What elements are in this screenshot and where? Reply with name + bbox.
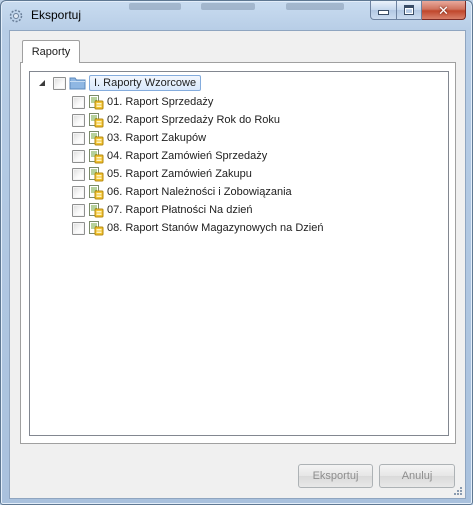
maximize-button[interactable] (397, 1, 422, 20)
minimize-icon (378, 10, 389, 15)
tree-item-label: 04. Raport Zamówień Sprzedaży (107, 150, 268, 162)
dialog-client-area: Raporty I. Raporty Wzorcowe 01. Raport S… (9, 30, 466, 499)
report-icon (89, 221, 104, 236)
tree-item-label: 03. Raport Zakupów (107, 132, 207, 144)
report-icon (89, 185, 104, 200)
tab-raporty[interactable]: Raporty (22, 40, 80, 63)
tree-item-label: 06. Raport Należności i Zobowiązania (107, 186, 292, 198)
tree-item[interactable]: 07. Raport Płatności Na dzień (72, 201, 253, 219)
folder-icon (69, 77, 86, 90)
title-bar[interactable]: Eksportuj ✕ (1, 1, 472, 29)
caption-buttons: ✕ (370, 1, 466, 21)
title-ghost-decoration (201, 3, 255, 10)
cancel-button[interactable]: Anuluj (379, 464, 455, 488)
item-checkbox[interactable] (72, 221, 85, 235)
item-checkbox[interactable] (72, 131, 85, 145)
report-icon (89, 167, 104, 182)
tree-item[interactable]: 01. Raport Sprzedaży (72, 93, 213, 111)
report-icon (89, 113, 104, 128)
item-checkbox[interactable] (72, 167, 85, 181)
maximize-icon (404, 5, 414, 15)
tree-item[interactable]: 02. Raport Sprzedaży Rok do Roku (72, 111, 280, 129)
tab-panel: I. Raporty Wzorcowe 01. Raport Sprzedaży (20, 62, 456, 444)
export-button[interactable]: Eksportuj (298, 464, 373, 488)
report-icon (89, 149, 104, 164)
tree-item-label: 07. Raport Płatności Na dzień (107, 204, 253, 216)
report-icon (89, 95, 104, 110)
gear-icon (9, 9, 23, 23)
report-icon (89, 131, 104, 146)
tree-item-label: 01. Raport Sprzedaży (107, 96, 214, 108)
title-ghost-decoration (129, 3, 181, 10)
tree-item[interactable]: 03. Raport Zakupów (72, 129, 206, 147)
close-button[interactable]: ✕ (422, 1, 466, 20)
report-tree: I. Raporty Wzorcowe 01. Raport Sprzedaży (29, 71, 449, 436)
report-icon (89, 203, 104, 218)
tab-label: Raporty (31, 46, 71, 58)
tree-root-label: I. Raporty Wzorcowe (89, 75, 202, 91)
root-checkbox[interactable] (53, 76, 66, 90)
expand-triangle-icon[interactable] (38, 79, 46, 87)
tree-item[interactable]: 06. Raport Należności i Zobowiązania (72, 183, 292, 201)
resize-grip-icon[interactable] (453, 486, 463, 496)
tree-item[interactable]: 05. Raport Zamówień Zakupu (72, 165, 252, 183)
tree-item-label: 08. Raport Stanów Magazynowych na Dzień (107, 222, 324, 234)
item-checkbox[interactable] (72, 149, 85, 163)
item-checkbox[interactable] (72, 113, 85, 127)
tree-item[interactable]: 08. Raport Stanów Magazynowych na Dzień (72, 219, 323, 237)
title-ghost-decoration (286, 3, 344, 10)
tree-root-node[interactable]: I. Raporty Wzorcowe (38, 74, 202, 92)
window-title: Eksportuj (31, 8, 82, 22)
close-icon: ✕ (438, 2, 449, 18)
tree-item-label: 02. Raport Sprzedaży Rok do Roku (107, 114, 281, 126)
export-dialog-window: Eksportuj ✕ Raporty I. Raporty Wzorcowe … (0, 0, 473, 505)
item-checkbox[interactable] (72, 95, 85, 109)
item-checkbox[interactable] (72, 185, 85, 199)
tree-item-label: 05. Raport Zamówień Zakupu (107, 168, 252, 180)
tree-item[interactable]: 04. Raport Zamówień Sprzedaży (72, 147, 267, 165)
minimize-button[interactable] (370, 1, 397, 20)
item-checkbox[interactable] (72, 203, 85, 217)
